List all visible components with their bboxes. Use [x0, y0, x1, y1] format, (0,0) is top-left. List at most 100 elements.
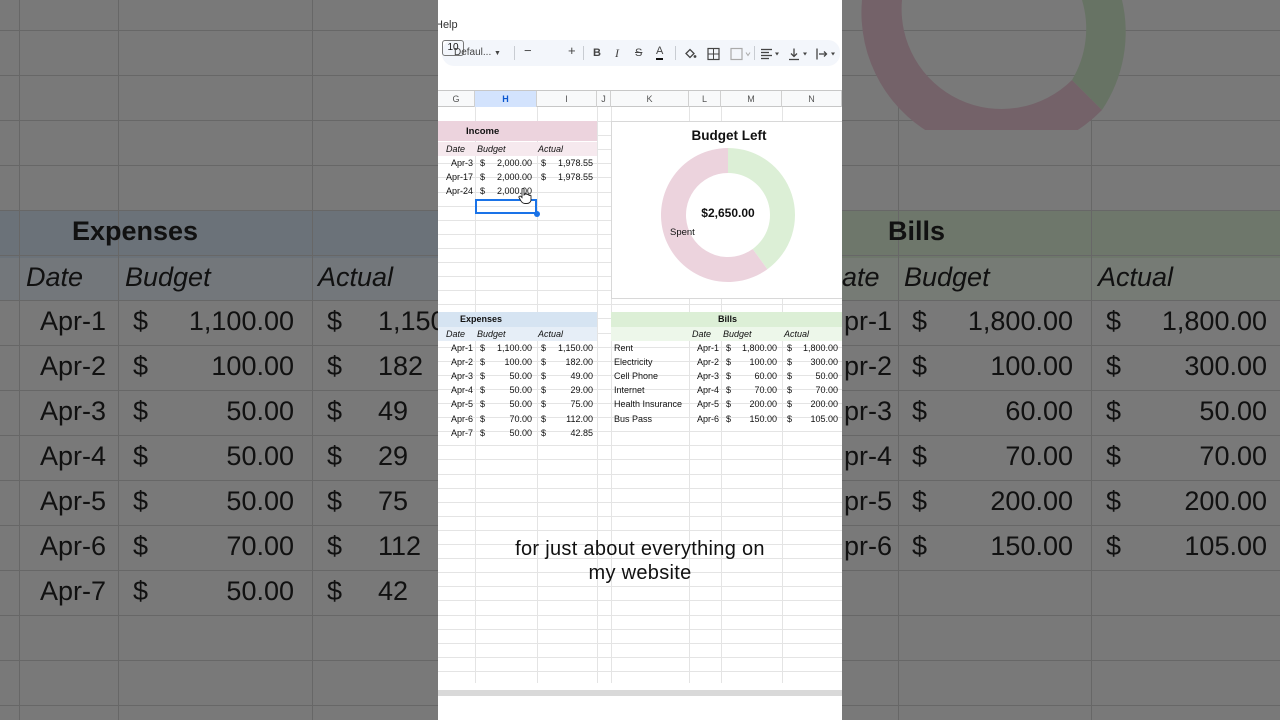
currency-symbol: $ — [726, 399, 732, 410]
bills-row-budget[interactable]: 200.00 — [733, 397, 777, 411]
fill-handle[interactable] — [534, 211, 540, 217]
expenses-row-date[interactable]: Apr-6 — [438, 412, 473, 426]
income-header-actual: Actual — [538, 144, 564, 154]
income-row-budget[interactable]: 2,000.00 — [488, 170, 532, 184]
expenses-row-budget[interactable]: 70.00 — [488, 412, 532, 426]
bills-row-name[interactable]: Bus Pass — [614, 412, 652, 426]
income-row-date[interactable]: Apr-17 — [438, 170, 473, 184]
expenses-row-budget[interactable]: 50.00 — [488, 383, 532, 397]
currency-symbol: $ — [787, 371, 793, 382]
income-row-budget[interactable]: 2,000.00 — [488, 156, 532, 170]
bills-row-budget[interactable]: 1,800.00 — [733, 341, 777, 355]
currency-symbol: $ — [541, 357, 547, 368]
column-gridline — [597, 107, 598, 683]
bills-row-name[interactable]: Cell Phone — [614, 369, 658, 383]
expenses-row-budget[interactable]: 1,100.00 — [488, 341, 532, 355]
font-family-select[interactable]: Defaul... ▼ — [454, 45, 501, 61]
menu-help[interactable]: Help — [438, 19, 458, 31]
expenses-row-date[interactable]: Apr-5 — [438, 397, 473, 411]
bills-row-date[interactable]: Apr-1 — [689, 341, 719, 355]
minus-icon[interactable]: − — [524, 43, 532, 59]
scrollbar-track[interactable] — [438, 690, 842, 696]
expenses-row-actual[interactable]: 112.00 — [548, 412, 593, 426]
currency-symbol: $ — [787, 385, 793, 396]
bills-row-actual[interactable]: 200.00 — [794, 397, 838, 411]
expenses-row-date[interactable]: Apr-3 — [438, 369, 473, 383]
income-header-date: Date — [446, 144, 466, 154]
bills-row-name[interactable]: Electricity — [614, 355, 653, 369]
income-row-date[interactable]: Apr-24 — [438, 184, 473, 198]
expenses-row-date[interactable]: Apr-4 — [438, 383, 473, 397]
expenses-row-actual[interactable]: 42.85 — [548, 426, 593, 440]
currency-symbol: $ — [787, 357, 793, 368]
income-title: Income — [466, 126, 500, 137]
bills-row-actual[interactable]: 70.00 — [794, 383, 838, 397]
expenses-row-date[interactable]: Apr-7 — [438, 426, 473, 440]
bills-row-budget[interactable]: 70.00 — [733, 383, 777, 397]
expenses-row-actual[interactable]: 29.00 — [548, 383, 593, 397]
strikethrough-icon[interactable]: S — [635, 45, 642, 61]
income-row-actual[interactable]: 1,978.55 — [548, 170, 593, 184]
bills-row-date[interactable]: Apr-2 — [689, 355, 719, 369]
bills-row-date[interactable]: Apr-6 — [689, 412, 719, 426]
vertical-align-icon[interactable] — [788, 46, 810, 62]
toolbar-divider — [754, 46, 755, 60]
fill-color-icon[interactable] — [684, 46, 697, 62]
currency-symbol: $ — [480, 172, 486, 183]
column-header-l[interactable]: L — [689, 91, 721, 107]
income-header-budget: Budget — [477, 144, 506, 154]
column-header-h[interactable]: H — [475, 91, 537, 107]
expenses-row-actual[interactable]: 75.00 — [548, 397, 593, 411]
font-family-value: Defaul... — [454, 47, 492, 58]
bills-row-name[interactable]: Rent — [614, 341, 633, 355]
align-left-icon[interactable] — [760, 46, 782, 62]
expenses-row-actual[interactable]: 182.00 — [548, 355, 593, 369]
bills-title: Bills — [718, 314, 738, 324]
bills-row-name[interactable]: Internet — [614, 383, 645, 397]
text-color-icon[interactable]: A — [656, 45, 664, 60]
bold-icon[interactable]: B — [593, 45, 601, 61]
expenses-row-budget[interactable]: 50.00 — [488, 397, 532, 411]
bills-row-date[interactable]: Apr-3 — [689, 369, 719, 383]
column-header-g[interactable]: G — [438, 91, 475, 107]
bills-row-budget[interactable]: 60.00 — [733, 369, 777, 383]
column-header-n[interactable]: N — [782, 91, 842, 107]
expenses-row-budget[interactable]: 50.00 — [488, 369, 532, 383]
bills-row-date[interactable]: Apr-4 — [689, 383, 719, 397]
text-wrap-icon[interactable] — [816, 46, 838, 62]
expenses-row-actual[interactable]: 49.00 — [548, 369, 593, 383]
expenses-row-date[interactable]: Apr-1 — [438, 341, 473, 355]
column-header-j[interactable]: J — [597, 91, 611, 107]
column-header-i[interactable]: I — [537, 91, 597, 107]
bills-row-name[interactable]: Health Insurance — [614, 397, 682, 411]
bills-row-actual[interactable]: 105.00 — [794, 412, 838, 426]
chart-center-value: $2,650.00 — [701, 206, 755, 220]
caption-line-2: my website — [588, 562, 692, 584]
expenses-row-budget[interactable]: 100.00 — [488, 355, 532, 369]
bills-row-actual[interactable]: 1,800.00 — [794, 341, 838, 355]
currency-symbol: $ — [726, 343, 732, 353]
expenses-row-actual[interactable]: 1,150.00 — [548, 341, 593, 355]
expenses-row-date[interactable]: Apr-2 — [438, 355, 473, 369]
column-header-k[interactable]: K — [611, 91, 689, 107]
column-header-m[interactable]: M — [721, 91, 782, 107]
income-row-date[interactable]: Apr-3 — [438, 156, 473, 170]
currency-symbol: $ — [541, 172, 547, 183]
currency-symbol: $ — [541, 158, 547, 168]
bills-row-budget[interactable]: 100.00 — [733, 355, 777, 369]
income-row-actual[interactable]: 1,978.55 — [548, 156, 593, 170]
merge-cells-icon[interactable] — [730, 46, 752, 62]
plus-icon[interactable]: + — [568, 43, 576, 59]
currency-symbol: $ — [541, 427, 547, 438]
budget-left-chart[interactable]: Budget Left $2,650.00 Spent — [611, 121, 842, 299]
bills-row-budget[interactable]: 150.00 — [733, 412, 777, 426]
bills-row-actual[interactable]: 300.00 — [794, 355, 838, 369]
borders-icon[interactable] — [707, 46, 720, 62]
italic-icon[interactable]: I — [615, 45, 619, 61]
currency-symbol: $ — [541, 343, 547, 353]
expenses-row-budget[interactable]: 50.00 — [488, 426, 532, 440]
bills-row-actual[interactable]: 50.00 — [794, 369, 838, 383]
toolbar-divider — [514, 46, 515, 60]
bills-row-date[interactable]: Apr-5 — [689, 397, 719, 411]
currency-symbol: $ — [541, 413, 547, 424]
